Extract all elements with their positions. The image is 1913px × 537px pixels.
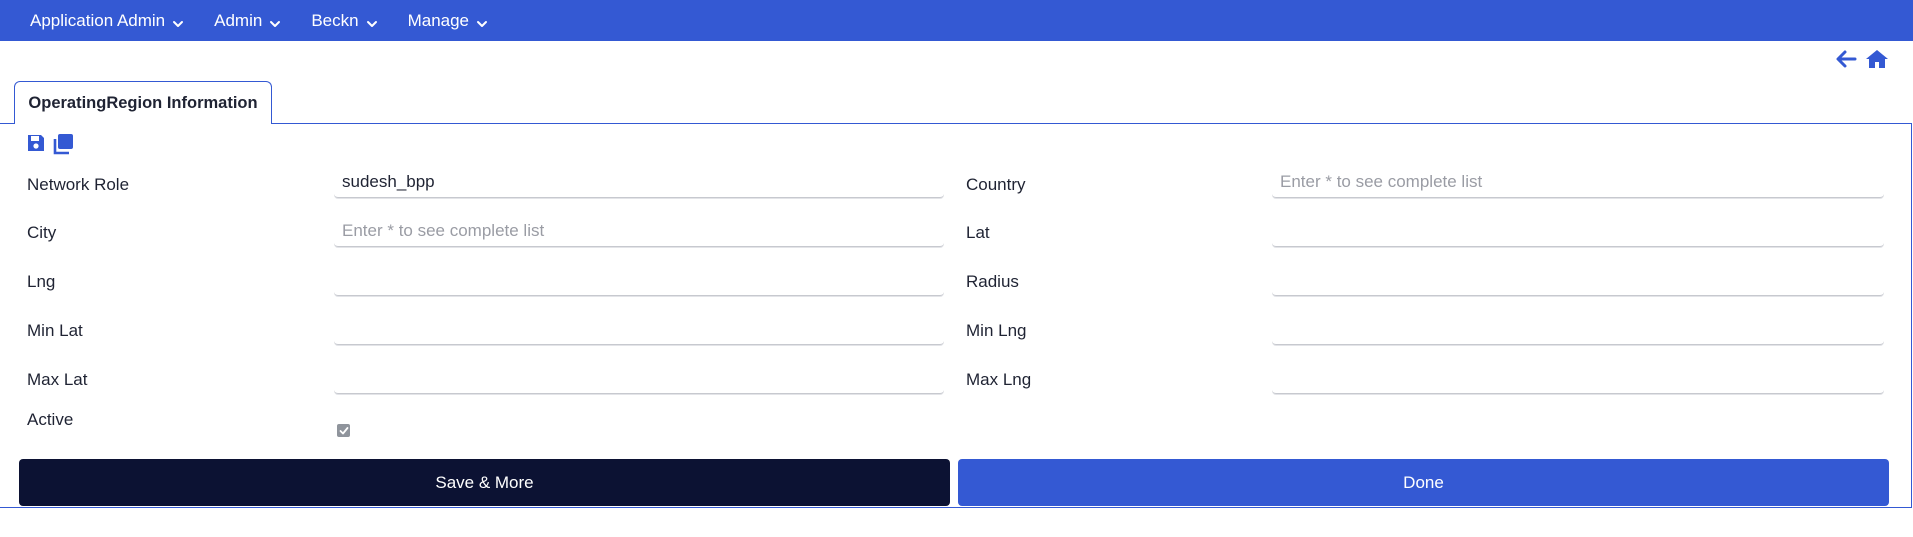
done-button[interactable]: Done xyxy=(958,459,1889,506)
top-navbar: Application Admin Admin Beckn Manage xyxy=(0,0,1913,41)
chevron-down-icon xyxy=(269,15,281,27)
page-actions xyxy=(1835,48,1889,72)
lng-input[interactable] xyxy=(334,265,944,295)
tab-operatingregion-information[interactable]: OperatingRegion Information xyxy=(14,81,272,124)
back-arrow-icon[interactable] xyxy=(1835,48,1859,72)
min-lng-input[interactable] xyxy=(1272,314,1884,344)
save-icon[interactable] xyxy=(26,133,46,153)
network-role-field xyxy=(334,167,944,198)
nav-application-admin[interactable]: Application Admin xyxy=(30,11,184,31)
min-lat-input[interactable] xyxy=(334,314,944,344)
lat-field xyxy=(1272,216,1884,247)
lat-label: Lat xyxy=(966,223,990,242)
nav-admin[interactable]: Admin xyxy=(214,11,281,31)
chevron-down-icon xyxy=(172,15,184,27)
country-input[interactable] xyxy=(1272,167,1884,197)
country-field xyxy=(1272,167,1884,198)
copy-icon[interactable] xyxy=(52,133,73,155)
min-lat-label: Min Lat xyxy=(27,321,83,340)
lat-input[interactable] xyxy=(1272,216,1884,246)
nav-beckn[interactable]: Beckn xyxy=(311,11,377,31)
chevron-down-icon xyxy=(366,15,378,27)
min-lng-field xyxy=(1272,314,1884,345)
nav-manage-label: Manage xyxy=(407,10,470,30)
city-label: City xyxy=(27,223,57,242)
min-lat-field xyxy=(334,314,944,345)
max-lat-input[interactable] xyxy=(334,363,944,393)
save-and-more-label: Save & More xyxy=(435,472,534,492)
nav-beckn-label: Beckn xyxy=(311,10,359,30)
active-checkbox[interactable] xyxy=(337,424,350,437)
radius-input[interactable] xyxy=(1272,265,1884,295)
chevron-down-icon xyxy=(476,15,488,27)
max-lat-label: Max Lat xyxy=(27,370,88,389)
checkmark-icon xyxy=(339,426,348,434)
city-input[interactable] xyxy=(334,216,944,246)
network-role-label: Network Role xyxy=(27,175,130,194)
home-icon[interactable] xyxy=(1865,48,1889,72)
city-field xyxy=(334,216,944,247)
radius-field xyxy=(1272,265,1884,296)
network-role-input[interactable] xyxy=(334,167,944,197)
active-label: Active xyxy=(27,410,74,429)
nav-admin-label: Admin xyxy=(214,10,263,30)
done-label: Done xyxy=(1403,472,1444,492)
nav-manage[interactable]: Manage xyxy=(408,11,488,31)
max-lat-field xyxy=(334,363,944,394)
nav-application-admin-label: Application Admin xyxy=(30,10,166,30)
radius-label: Radius xyxy=(966,272,1019,291)
max-lng-label: Max Lng xyxy=(966,370,1032,389)
max-lng-input[interactable] xyxy=(1272,363,1884,393)
country-label: Country xyxy=(966,175,1026,194)
min-lng-label: Min Lng xyxy=(966,321,1027,340)
save-and-more-button[interactable]: Save & More xyxy=(19,459,950,506)
lng-field xyxy=(334,265,944,296)
tab-label: OperatingRegion Information xyxy=(28,93,258,112)
form-toolbar xyxy=(26,133,73,155)
max-lng-field xyxy=(1272,363,1884,394)
lng-label: Lng xyxy=(27,272,56,291)
